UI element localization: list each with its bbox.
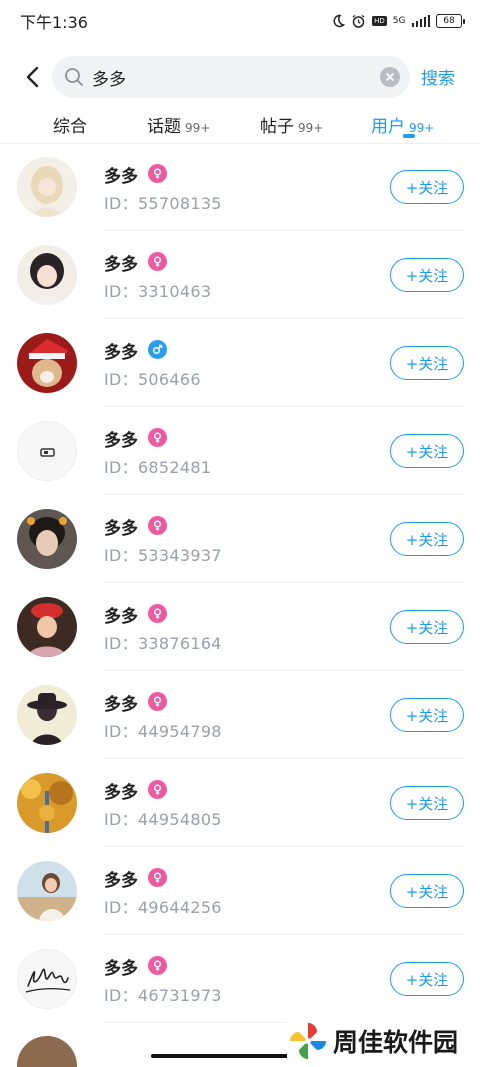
- avatar[interactable]: [17, 245, 77, 305]
- female-gender-icon: [148, 604, 167, 623]
- user-id: ID：55708135: [104, 194, 222, 213]
- battery-icon: 68: [436, 14, 465, 28]
- moon-icon: [331, 14, 346, 28]
- user-row[interactable]: 多多 ID：506466 +关注: [0, 319, 480, 407]
- female-gender-icon: [148, 868, 167, 887]
- watermark-text: 周佳软件园: [333, 1028, 459, 1057]
- user-id: ID：44954798: [104, 722, 222, 741]
- user-name[interactable]: 多多: [104, 602, 138, 627]
- avatar[interactable]: [17, 1036, 77, 1067]
- tab-label: 综合: [53, 117, 87, 137]
- user-name[interactable]: 多多: [104, 866, 138, 891]
- avatar[interactable]: [17, 861, 77, 921]
- battery-level: 68: [443, 16, 455, 26]
- back-button[interactable]: [10, 54, 56, 100]
- user-row[interactable]: 多多 ID：44954805 +关注: [0, 759, 480, 847]
- pinwheel-logo-icon: [290, 1023, 326, 1059]
- follow-button[interactable]: +关注: [390, 170, 464, 204]
- follow-button[interactable]: +关注: [390, 610, 464, 644]
- user-name[interactable]: 多多: [104, 690, 138, 715]
- user-id: ID：53343937: [104, 546, 222, 565]
- network-label: 5G: [392, 16, 406, 26]
- female-gender-icon: [148, 692, 167, 711]
- close-icon: [386, 73, 394, 81]
- female-gender-icon: [148, 164, 167, 183]
- follow-button[interactable]: +关注: [390, 346, 464, 380]
- user-name[interactable]: 多多: [104, 514, 138, 539]
- user-id: ID：49644256: [104, 898, 222, 917]
- female-gender-icon: [148, 428, 167, 447]
- user-id: ID：506466: [104, 370, 201, 389]
- tab-users[interactable]: 用户 99+: [371, 112, 434, 137]
- user-name[interactable]: 多多: [104, 778, 138, 803]
- tab-bar: 综合 话题 99+ 帖子 99+ 用户 99+: [0, 106, 480, 144]
- avatar[interactable]: [17, 773, 77, 833]
- avatar[interactable]: [17, 509, 77, 569]
- active-tab-indicator: [403, 134, 415, 138]
- follow-button[interactable]: +关注: [390, 786, 464, 820]
- female-gender-icon: [148, 956, 167, 975]
- user-row[interactable]: 多多 ID：44954798 +关注: [0, 671, 480, 759]
- user-id: ID：44954805: [104, 810, 222, 829]
- tab-label: 话题: [147, 117, 181, 137]
- user-row[interactable]: 多多 ID：3310463 +关注: [0, 231, 480, 319]
- tab-comprehensive[interactable]: 综合: [53, 112, 87, 137]
- status-time: 下午1:36: [20, 13, 88, 32]
- user-name[interactable]: 多多: [104, 954, 138, 979]
- tab-count: 99+: [409, 121, 435, 135]
- avatar[interactable]: [17, 333, 77, 393]
- chevron-left-icon: [26, 66, 39, 88]
- user-row[interactable]: 多多 ID：46731973 +关注: [0, 935, 480, 1023]
- user-id: ID：3310463: [104, 282, 212, 301]
- clear-search-button[interactable]: [380, 67, 400, 87]
- follow-button[interactable]: +关注: [390, 874, 464, 908]
- user-row[interactable]: 多多 ID：33876164 +关注: [0, 583, 480, 671]
- status-bar: 下午1:36 HD 5G 68: [0, 0, 480, 42]
- avatar[interactable]: [17, 685, 77, 745]
- tab-label: 用户: [371, 117, 405, 137]
- follow-button[interactable]: +关注: [390, 522, 464, 556]
- tab-count: 99+: [185, 121, 211, 135]
- user-id: ID：46731973: [104, 986, 222, 1005]
- user-id: ID：33876164: [104, 634, 222, 653]
- avatar[interactable]: [17, 597, 77, 657]
- status-icons: HD 5G 68: [331, 14, 465, 29]
- user-row[interactable]: 多多 ID：6852481 +关注: [0, 407, 480, 495]
- user-list: 多多 ID：55708135 +关注 多多 ID：3310463 +关注 多多 …: [0, 143, 480, 1023]
- avatar[interactable]: [17, 421, 77, 481]
- female-gender-icon: [148, 516, 167, 535]
- follow-button[interactable]: +关注: [390, 698, 464, 732]
- user-name[interactable]: 多多: [104, 338, 138, 363]
- user-id: ID：6852481: [104, 458, 212, 477]
- signal-icon: [411, 15, 430, 27]
- male-gender-icon: [148, 340, 167, 359]
- user-row[interactable]: 多多 ID：49644256 +关注: [0, 847, 480, 935]
- search-button[interactable]: 搜索: [421, 64, 455, 89]
- tab-topics[interactable]: 话题 99+: [147, 112, 210, 137]
- follow-button[interactable]: +关注: [390, 434, 464, 468]
- avatar[interactable]: [17, 157, 77, 217]
- search-input[interactable]: [92, 67, 380, 87]
- user-name[interactable]: 多多: [104, 250, 138, 275]
- avatar[interactable]: [17, 949, 77, 1009]
- alarm-icon: [351, 14, 366, 29]
- tab-count: 99+: [298, 121, 324, 135]
- female-gender-icon: [148, 252, 167, 271]
- search-box[interactable]: [52, 56, 410, 98]
- tab-posts[interactable]: 帖子 99+: [260, 112, 323, 137]
- user-row[interactable]: 多多 ID：55708135 +关注: [0, 143, 480, 231]
- search-row: 搜索: [0, 54, 480, 100]
- user-name[interactable]: 多多: [104, 426, 138, 451]
- user-name[interactable]: 多多: [104, 162, 138, 187]
- female-gender-icon: [148, 780, 167, 799]
- follow-button[interactable]: +关注: [390, 962, 464, 996]
- watermark: 周佳软件园: [287, 1018, 477, 1064]
- hd-icon: HD: [372, 16, 387, 26]
- follow-button[interactable]: +关注: [390, 258, 464, 292]
- tab-label: 帖子: [260, 117, 294, 137]
- home-indicator[interactable]: [151, 1054, 291, 1058]
- search-icon: [65, 68, 83, 86]
- user-row[interactable]: 多多 ID：53343937 +关注: [0, 495, 480, 583]
